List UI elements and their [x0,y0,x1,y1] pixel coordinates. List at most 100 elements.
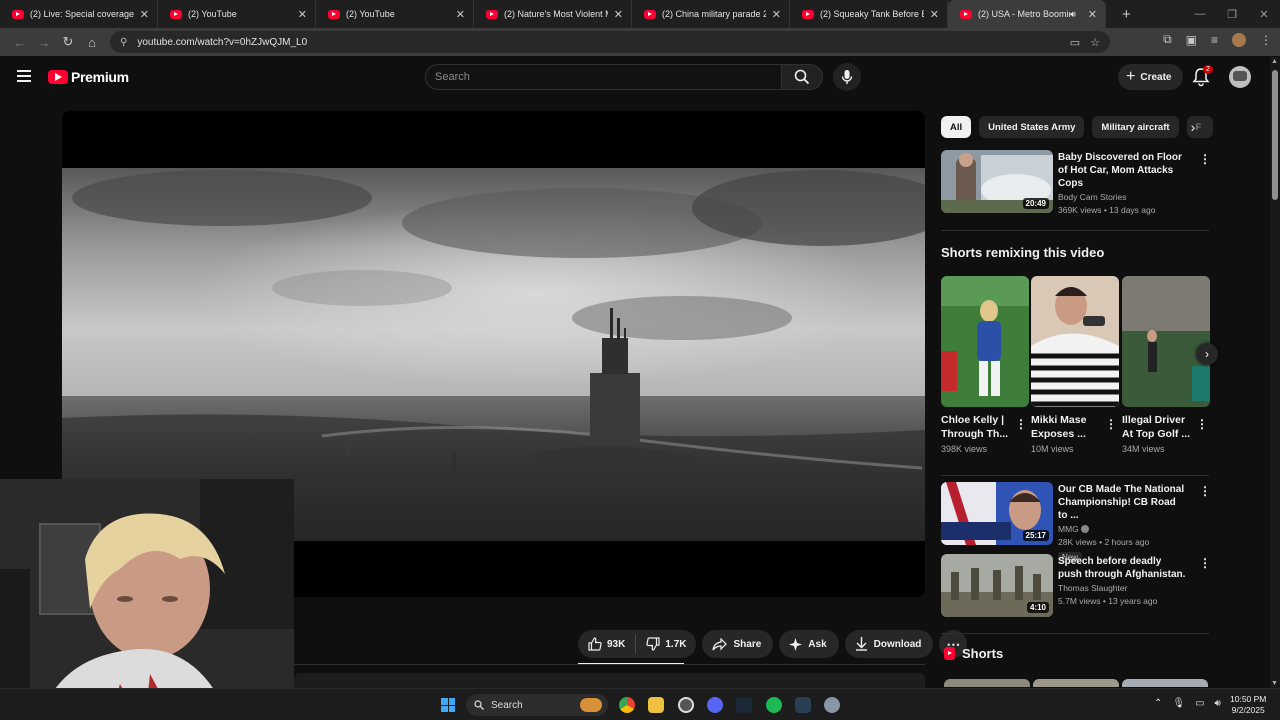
tab-close-icon[interactable]: ✕ [140,8,149,21]
shorts-next-arrow-icon[interactable]: › [1196,343,1218,365]
short-thumbnail[interactable] [1031,276,1119,407]
channel-name[interactable]: MMG [1058,524,1186,534]
share-button[interactable]: Share [702,630,774,658]
scroll-down-icon[interactable]: ▼ [1271,680,1278,687]
video-thumbnail[interactable]: 4:10 [941,554,1053,617]
kebab-menu-icon[interactable]: ⋮ [1105,417,1117,431]
discord-icon[interactable] [707,697,723,713]
chip-all[interactable]: All [941,116,972,138]
minimize-icon[interactable]: — [1184,8,1216,20]
profile-avatar[interactable] [1232,32,1246,47]
site-info-icon[interactable]: ⚲ [120,37,127,48]
short-title[interactable]: Mikki Mase Exposes ... [1031,413,1101,441]
browser-tab[interactable]: (2) YouTube ✕ [158,0,316,28]
kebab-menu-icon[interactable]: ⋮ [1196,417,1208,431]
short-title[interactable]: Illegal Driver At Top Golf ... [1122,413,1192,441]
cast-icon[interactable]: ▭ [1070,36,1080,49]
maximize-icon[interactable]: ❐ [1216,8,1248,21]
new-tab-icon[interactable]: + [1122,6,1131,23]
taskbar-search[interactable]: Search [466,694,608,716]
system-clock[interactable]: 10:50 PM 9/2/2025 [1230,694,1266,716]
extensions-icon[interactable]: ⧉ [1163,32,1172,47]
channel-name[interactable]: Body Cam Stories [1058,192,1186,202]
tab-close-icon[interactable]: ✕ [298,8,307,21]
microphone-tray-icon[interactable]: 🎙︎ [1172,698,1185,709]
recommended-video[interactable]: 25:17 Our CB Made The National Champions… [941,482,1211,563]
tab-close-icon[interactable]: ✕ [456,8,465,21]
browser-tab[interactable]: (2) Nature's Most Violent Matin ✕ [474,0,632,28]
app-icon[interactable] [795,697,811,713]
short-thumbnail-peek[interactable] [1122,679,1208,687]
short-item[interactable]: Chloe Kelly | Through Th... 398K views ⋮ [941,276,1029,454]
scroll-up-icon[interactable]: ▲ [1271,58,1278,65]
back-icon[interactable]: ← [8,35,32,50]
reload-icon[interactable]: ↻ [56,34,80,50]
spotify-icon[interactable] [766,697,782,713]
volume-icon[interactable]: 🔊︎ [1215,698,1221,709]
bookmark-star-icon[interactable]: ☆ [1090,36,1100,49]
address-bar[interactable]: ⚲ youtube.com/watch?v=0hZJwQJM_L0 ▭ ☆ [110,31,1110,53]
like-button[interactable]: 93K [578,630,635,658]
tab-close-icon[interactable]: ✕ [614,8,623,21]
tab-close-icon[interactable]: ✕ [772,8,781,21]
video-thumbnail[interactable]: 20:49 [941,150,1053,213]
browser-tab[interactable]: (2) YouTube ✕ [316,0,474,28]
chip-military-aircraft[interactable]: Military aircraft [1092,116,1179,138]
browser-tab[interactable]: (2) Live: Special coverage of Ch ✕ [0,0,158,28]
forward-icon[interactable]: → [32,35,56,50]
kebab-menu-icon[interactable]: ⋮ [1199,484,1211,498]
tray-chevron-up-icon[interactable]: ⌃ [1154,698,1162,709]
split-view-icon[interactable]: ▣ [1186,33,1197,47]
browser-menu-icon[interactable]: ⋮ [1260,33,1272,47]
account-avatar[interactable] [1229,66,1251,88]
tab-close-icon[interactable]: ✕ [1088,8,1097,21]
notifications-button[interactable]: 2 [1192,65,1213,87]
search-button[interactable] [781,64,823,90]
short-thumbnail[interactable] [941,276,1029,407]
window-close-icon[interactable]: ✕ [1248,8,1280,21]
app-icon[interactable] [678,697,694,713]
kebab-menu-icon[interactable]: ⋮ [1199,152,1211,166]
scrollbar-thumb[interactable] [1272,70,1278,200]
browser-tab-active[interactable]: (2) USA - Metro Boomin Edi 🔊︎ ✕ [948,0,1106,28]
chip-united-states-army[interactable]: United States Army [979,116,1085,138]
download-button[interactable]: Download [844,630,934,658]
browser-tab[interactable]: (2) Squeaky Tank Before Empty ✕ [790,0,948,28]
recommended-video[interactable]: 4:10 Speech before deadly push through A… [941,554,1211,618]
short-thumbnail[interactable] [1122,276,1210,407]
youtube-favicon-icon [960,9,972,19]
network-icon[interactable]: ▭ [1195,698,1204,709]
home-icon[interactable]: ⌂ [80,35,104,50]
file-explorer-icon[interactable] [648,697,664,713]
chrome-icon[interactable] [619,697,635,713]
search-input[interactable] [426,65,781,89]
video-title[interactable]: Speech before deadly push through Afghan… [1058,555,1186,581]
chevron-right-icon[interactable]: › [1183,117,1203,137]
speaker-icon[interactable]: 🔊︎ [1070,9,1076,20]
browser-tab[interactable]: (2) China military parade 2025 | ✕ [632,0,790,28]
short-title[interactable]: Chloe Kelly | Through Th... [941,413,1011,441]
dislike-button[interactable]: 1.7K [636,630,696,658]
short-thumbnail-peek[interactable] [1033,679,1119,687]
tab-close-icon[interactable]: ✕ [930,8,939,21]
kebab-menu-icon[interactable]: ⋮ [1015,417,1027,431]
video-title[interactable]: Baby Discovered on Floor of Hot Car, Mom… [1058,151,1186,190]
youtube-logo[interactable]: Premium [48,69,129,85]
short-item[interactable]: Illegal Driver At Top Golf ... 34M views… [1122,276,1210,454]
media-controls-icon[interactable]: ≡ [1211,33,1218,47]
video-title[interactable]: Our CB Made The National Championship! C… [1058,483,1186,522]
create-button[interactable]: + Create [1118,64,1184,90]
page-scrollbar[interactable]: ▲ ▼ [1270,57,1280,688]
video-thumbnail[interactable]: 25:17 [941,482,1053,545]
kebab-menu-icon[interactable]: ⋮ [1199,556,1211,570]
short-thumbnail-peek[interactable] [944,679,1030,687]
settings-gear-icon[interactable] [824,697,840,713]
short-item[interactable]: Mikki Mase Exposes ... 10M views ⋮ [1031,276,1119,454]
channel-name[interactable]: Thomas Slaughter [1058,583,1186,593]
steam-icon[interactable] [736,697,752,713]
hamburger-menu-icon[interactable] [17,70,31,82]
windows-start-icon[interactable] [441,698,455,712]
recommended-video[interactable]: 20:49 Baby Discovered on Floor of Hot Ca… [941,150,1211,215]
ask-button[interactable]: Ask [779,630,839,658]
voice-search-button[interactable] [833,63,861,91]
